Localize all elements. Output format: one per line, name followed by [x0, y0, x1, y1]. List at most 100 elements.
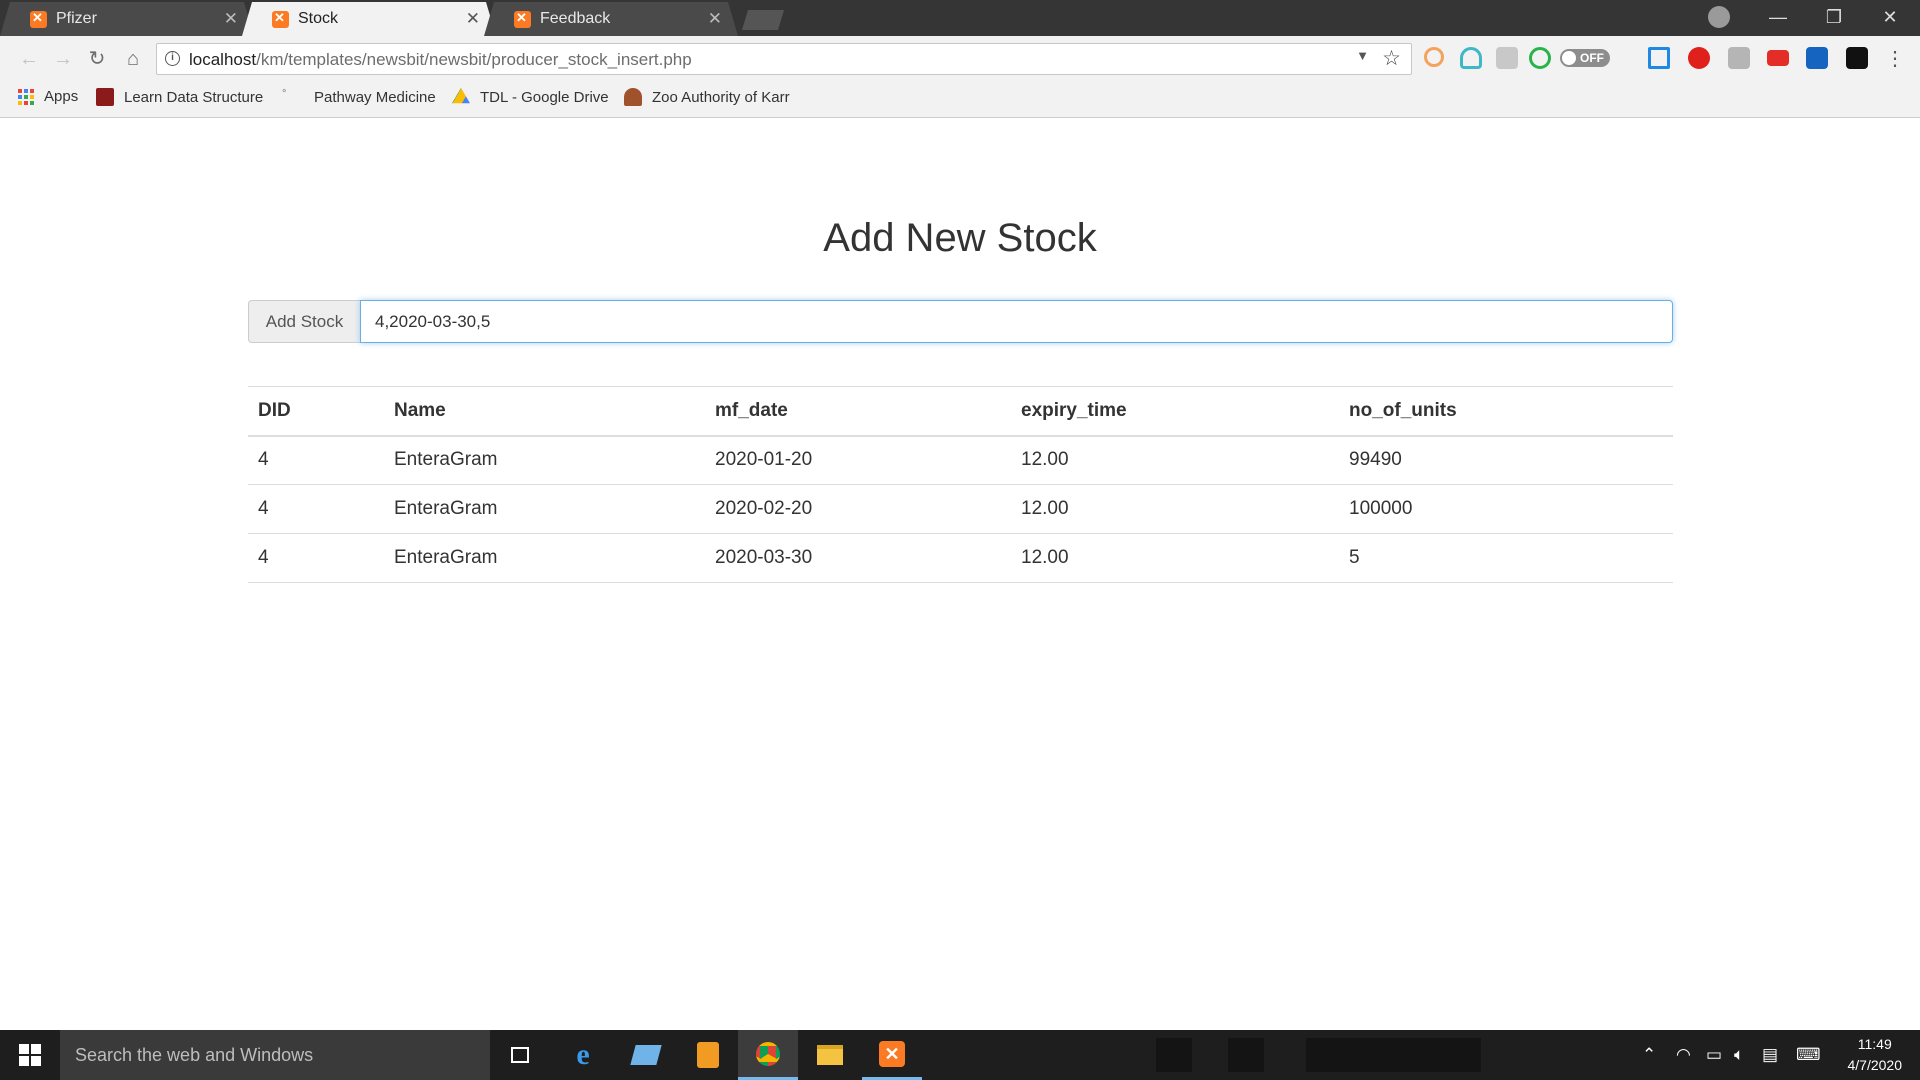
- google-drive-icon: [452, 88, 470, 104]
- toggle-off-switch[interactable]: OFF: [1560, 49, 1610, 67]
- bookmark-label: Apps: [44, 88, 79, 105]
- table-row: 4 EnteraGram 2020-01-20 12.00 99490: [248, 435, 1673, 485]
- headphones-icon[interactable]: [1460, 47, 1482, 69]
- opera-icon[interactable]: [1688, 47, 1710, 69]
- bookmark-label: Pathway Medicine: [314, 88, 436, 106]
- app-window-icon[interactable]: [616, 1030, 676, 1080]
- camera-icon[interactable]: [1846, 47, 1868, 69]
- folder-glyph-icon: [817, 1045, 843, 1065]
- cell-expiry-time: 12.00: [1011, 484, 1339, 534]
- file-explorer-icon[interactable]: [800, 1030, 860, 1080]
- battery-icon[interactable]: ▭: [1706, 1030, 1722, 1080]
- column-header-name: Name: [384, 386, 705, 437]
- tab-feedback[interactable]: Feedback ✕: [484, 2, 738, 36]
- bookmark-zoo-authority[interactable]: Zoo Authority of Karr: [624, 88, 792, 106]
- close-icon[interactable]: ✕: [708, 9, 722, 29]
- cell-did: 4: [248, 533, 384, 583]
- taskbar-placeholder: [1228, 1038, 1264, 1072]
- taskbar-placeholder: [1306, 1038, 1481, 1072]
- task-view-glyph-icon: [511, 1047, 529, 1063]
- cell-name: EnteraGram: [384, 484, 705, 534]
- column-header-expiry-time: expiry_time: [1011, 386, 1339, 437]
- page-title: Add New Stock: [823, 216, 1097, 260]
- cell-expiry-time: 12.00: [1011, 533, 1339, 583]
- tab-pfizer[interactable]: Pfizer ✕: [0, 2, 254, 36]
- cell-name: EnteraGram: [384, 533, 705, 583]
- cell-expiry-time: 12.00: [1011, 435, 1339, 485]
- xampp-favicon-icon: [514, 11, 531, 28]
- pathway-icon: °: [282, 88, 287, 100]
- cell-did: 4: [248, 484, 384, 534]
- cell-no-of-units: 5: [1339, 533, 1673, 583]
- zoo-emblem-icon: [624, 88, 642, 106]
- add-stock-button[interactable]: Add Stock: [248, 300, 360, 343]
- taskbar-search-box[interactable]: Search the web and Windows: [60, 1030, 490, 1080]
- taskbar-placeholder: [1156, 1038, 1192, 1072]
- add-stock-input-group: Add Stock: [248, 300, 1673, 343]
- chrome-icon[interactable]: [738, 1030, 798, 1080]
- bookmark-apps[interactable]: Apps: [18, 88, 78, 105]
- youtube-icon[interactable]: [1767, 50, 1789, 66]
- bookmark-tdl-google-drive[interactable]: TDL - Google Drive: [452, 88, 609, 106]
- cell-no-of-units: 100000: [1339, 484, 1673, 534]
- new-tab-button[interactable]: [742, 10, 784, 30]
- restore-button[interactable]: ❐: [1806, 0, 1862, 34]
- bookmark-pathway-medicine[interactable]: ° Pathway Medicine: [282, 88, 436, 106]
- stock-table: DID Name mf_date expiry_time no_of_units…: [248, 386, 1673, 583]
- power-download-icon[interactable]: [1529, 47, 1551, 69]
- task-view-icon[interactable]: [490, 1030, 550, 1080]
- action-center-icon[interactable]: ▤: [1762, 1030, 1778, 1080]
- profile-icon[interactable]: [1708, 6, 1730, 28]
- cc-icon: [96, 88, 114, 106]
- edge-icon[interactable]: e: [553, 1030, 613, 1080]
- clock-time: 11:49: [1857, 1036, 1892, 1052]
- url-host: localhost: [189, 50, 257, 69]
- blue-square-icon[interactable]: [1648, 47, 1670, 69]
- tab-label: Feedback: [540, 10, 611, 27]
- xampp-icon[interactable]: ✕: [862, 1030, 922, 1080]
- column-header-did: DID: [248, 386, 384, 437]
- dropdown-arrow-icon[interactable]: ▼: [1356, 48, 1369, 63]
- puzzle-icon[interactable]: [1728, 47, 1750, 69]
- apps-grid-icon: [18, 88, 34, 105]
- tray-show-hidden-icon[interactable]: ⌃: [1642, 1030, 1656, 1080]
- video-download-icon[interactable]: [1806, 47, 1828, 69]
- menu-kebab-icon[interactable]: ⋮: [1882, 46, 1908, 72]
- close-icon[interactable]: ✕: [466, 9, 480, 29]
- close-window-button[interactable]: ✕: [1862, 0, 1918, 34]
- download-tray-icon[interactable]: [1496, 47, 1518, 69]
- tab-label: Pfizer: [56, 10, 97, 27]
- close-icon[interactable]: ✕: [224, 9, 238, 29]
- reload-icon[interactable]: ↻: [84, 46, 110, 72]
- bookmark-star-icon[interactable]: ☆: [1382, 46, 1401, 71]
- sublime-text-icon[interactable]: [678, 1030, 738, 1080]
- minimize-button[interactable]: —: [1750, 0, 1806, 34]
- cell-name: EnteraGram: [384, 435, 705, 485]
- home-icon[interactable]: ⌂: [120, 46, 146, 72]
- url-path: /km/templates/newsbit/newsbit/producer_s…: [256, 50, 692, 69]
- stock-input[interactable]: [360, 300, 1673, 343]
- network-icon[interactable]: ◠: [1676, 1030, 1691, 1080]
- bookmark-label: TDL - Google Drive: [480, 88, 609, 106]
- keyboard-icon[interactable]: ⌨︎: [1796, 1030, 1821, 1080]
- windows-taskbar: Search the web and Windows e ✕ ⌃ ◠ ▭ 🔈︎ …: [0, 1030, 1920, 1080]
- forward-arrow-icon[interactable]: →: [50, 46, 76, 72]
- xampp-favicon-icon: [272, 11, 289, 28]
- start-button[interactable]: [0, 1030, 60, 1080]
- bookmark-label: Zoo Authority of Karr: [652, 88, 790, 106]
- edge-glyph-icon: e: [576, 1038, 590, 1071]
- app-glyph-icon: [630, 1045, 662, 1065]
- table-header-row: DID Name mf_date expiry_time no_of_units: [248, 386, 1673, 437]
- cell-did: 4: [248, 435, 384, 485]
- info-icon[interactable]: i: [165, 51, 180, 66]
- column-header-no-of-units: no_of_units: [1339, 386, 1673, 437]
- taskbar-clock[interactable]: 11:49 4/7/2020: [1848, 1034, 1903, 1076]
- extension-c-icon[interactable]: [1424, 47, 1444, 67]
- tab-stock[interactable]: Stock ✕: [242, 2, 496, 36]
- back-arrow-icon[interactable]: ←: [16, 46, 42, 72]
- bookmark-learn-data-structures[interactable]: Learn Data Structures: [96, 88, 264, 106]
- clock-date: 4/7/2020: [1847, 1057, 1903, 1073]
- address-bar[interactable]: i localhost/km/templates/newsbit/newsbit…: [156, 43, 1412, 75]
- column-header-mf-date: mf_date: [705, 386, 1011, 437]
- volume-icon[interactable]: 🔈︎: [1734, 1030, 1744, 1080]
